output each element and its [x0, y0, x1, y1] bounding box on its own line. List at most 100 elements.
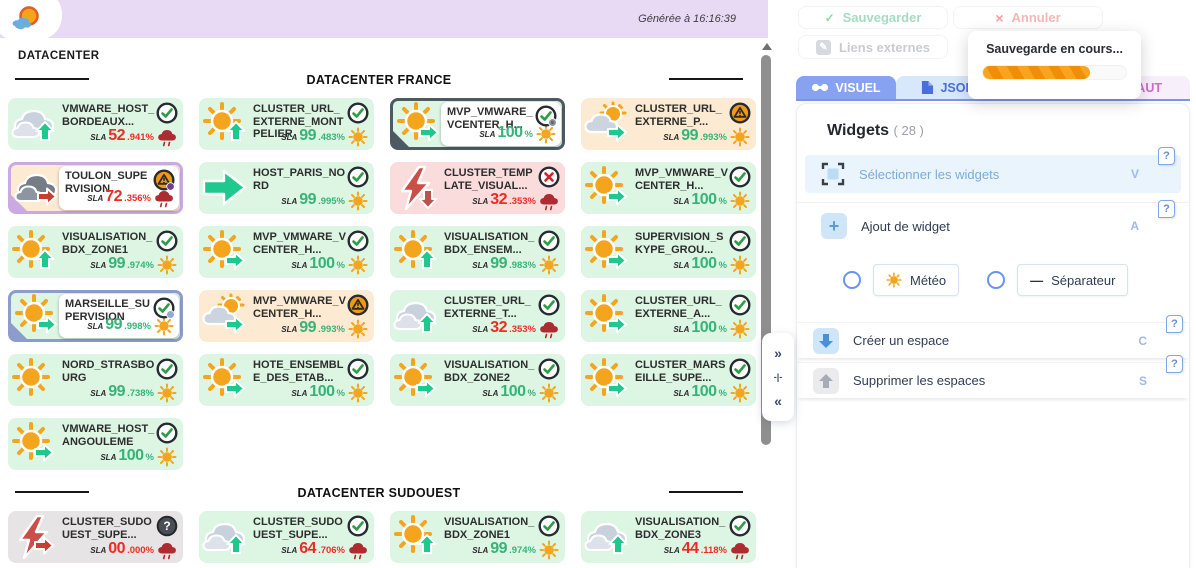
sla-value-int: 44 [682, 540, 699, 558]
sla-label: SLA [673, 197, 689, 206]
section-header: DATACENTER SUDOUEST [0, 484, 758, 500]
sla-trend-icon [539, 319, 559, 339]
save-button[interactable]: ✓ Sauvegarder [798, 6, 948, 29]
sla-value-frac: % [337, 388, 345, 399]
sla-label: SLA [673, 261, 689, 270]
radio-meteo[interactable] [843, 271, 861, 289]
external-links-button[interactable]: ✎ Liens externes [798, 35, 948, 59]
sla-value-frac: % [719, 196, 727, 207]
sla-value-int: 32 [490, 191, 507, 209]
status-badge-icon [729, 230, 751, 252]
status-badge-icon [535, 105, 557, 127]
cancel-button[interactable]: × Annuler [953, 6, 1103, 29]
widget-type-options: Météo — Séparateur [843, 264, 1189, 296]
widget-tile[interactable]: CLUSTER_TEMPLATE_VISUAL... SLA 32 .353% [390, 162, 565, 214]
weather-icon [583, 292, 631, 340]
widget-tile[interactable]: CLUSTER_SUDOUEST_SUPE... SLA 64 .706% [199, 511, 374, 563]
header-line [669, 78, 743, 80]
delete-spaces-row[interactable]: Supprimer les espaces S ? [797, 362, 1189, 398]
weather-icon [10, 228, 58, 276]
weather-icon [201, 292, 249, 340]
vertical-scrollbar[interactable] [758, 40, 775, 568]
widget-tile[interactable]: CLUSTER_URL_EXTERNE_P... SLA 99 .993% [581, 98, 756, 150]
separateur-button[interactable]: — Séparateur [1017, 264, 1128, 296]
widget-tile[interactable]: VISUALISATION_BDX_ZONE3 SLA 44 .118% [581, 511, 756, 563]
tile-sla: SLA 99 .993% [281, 319, 368, 339]
widget-tile[interactable]: CLUSTER_URL_EXTERNE_MONTPELIER SLA 99 .4… [199, 98, 374, 150]
sla-value-int: 100 [497, 124, 522, 142]
widget-tile[interactable]: MVP_VMWARE_VCENTER_H... SLA 100 % [199, 226, 374, 278]
meteo-button[interactable]: Météo [873, 264, 959, 296]
collapse-panel-icon[interactable]: « [774, 394, 782, 408]
status-badge-icon [156, 358, 178, 380]
widget-tile[interactable]: MVP_VMWARE_VCENTER_H... SLA 100 % [390, 98, 565, 150]
tile-title: CLUSTER_SUDOUEST_SUPE... [253, 516, 347, 541]
help-icon[interactable]: ? [1158, 200, 1175, 218]
sla-value-frac: .353% [509, 324, 536, 335]
shortcut-key: S [1139, 374, 1147, 388]
help-icon[interactable]: ? [1158, 147, 1175, 165]
add-widget-row[interactable]: + Ajout de widget A ? [805, 208, 1181, 244]
edit-icon: ✎ [816, 40, 831, 55]
resize-handle-icon[interactable]: -|- [774, 373, 783, 382]
separateur-button-label: Séparateur [1051, 273, 1115, 288]
widget-tile[interactable]: MVP_VMWARE_VCENTER_H... SLA 100 % [581, 162, 756, 214]
widget-tile[interactable]: VISUALISATION_BDX_ENSEM... SLA 99 .983% [390, 226, 565, 278]
tile-title: CLUSTER_URL_EXTERNE_P... [635, 103, 729, 128]
widget-tile[interactable]: CLUSTER_URL_EXTERNE_T... SLA 32 .353% [390, 290, 565, 342]
widget-tile[interactable]: CLUSTER_MARSEILLE_SUPE... SLA 100 % [581, 354, 756, 406]
widget-tile[interactable]: VMWARE_HOST_BORDEAUX... SLA 52 .941% [8, 98, 183, 150]
sla-trend-icon [157, 127, 177, 147]
sun-cloud-logo-icon [10, 5, 44, 35]
sla-label: SLA [472, 197, 488, 206]
widget-tile[interactable]: VISUALISATION_BDX_ZONE2 SLA 100 % [390, 354, 565, 406]
sla-value-int: 100 [118, 447, 143, 465]
tile-sla: SLA 32 .353% [472, 191, 559, 211]
weather-icon [583, 356, 631, 404]
sla-value-int: 99 [490, 255, 507, 273]
help-icon[interactable]: ? [1166, 315, 1183, 333]
widget-tile[interactable]: CLUSTER_SUDOUEST_SUPE... ? SLA 00 .000% [8, 511, 183, 563]
widget-tile[interactable]: MARSEILLE_SUPERVISION SLA 99 .998% [8, 290, 183, 342]
widget-tile[interactable]: TOULON_SUPERVISION SLA 72 .356% [8, 162, 183, 214]
sla-trend-icon [730, 383, 750, 403]
sla-value-frac: .983% [509, 260, 536, 271]
widget-tile[interactable]: NORD_STRASBOURG SLA 99 .738% [8, 354, 183, 406]
tile-sla: SLA 44 .118% [664, 540, 750, 560]
widget-tile[interactable]: MVP_VMWARE_VCENTER_H... SLA 99 .993% [199, 290, 374, 342]
radio-separateur[interactable] [987, 271, 1005, 289]
weather-icon [392, 228, 440, 276]
tile-sla: SLA 100 % [291, 255, 368, 275]
pane-divider-controls: » -|- « [762, 333, 794, 421]
widget-tile[interactable]: HOTE_ENSEMBLE_DES_ETAB... SLA 100 % [199, 354, 374, 406]
weather-icon [583, 100, 631, 148]
weather-icon [10, 420, 58, 468]
widget-tile[interactable]: VISUALISATION_BDX_ZONE1 SLA 99 .974% [390, 511, 565, 563]
svg-text:?: ? [163, 519, 170, 533]
save-progress-toast: Sauvegarde en cours... [968, 31, 1141, 99]
sections-host: DATACENTER FRANCE VMWARE_HOST_BORDEAUX..… [0, 71, 758, 563]
close-icon: × [995, 10, 1003, 26]
scroll-up-arrow-icon[interactable] [762, 43, 772, 50]
expand-panel-icon[interactable]: » [774, 346, 782, 360]
status-badge-icon [538, 515, 560, 537]
widget-tile[interactable]: SUPERVISION_SKYPE_GROU... SLA 100 % [581, 226, 756, 278]
create-space-row[interactable]: Créer un espace C ? [797, 322, 1189, 358]
sla-label: SLA [90, 546, 106, 555]
widget-tile[interactable]: HOST_PARIS_NORD SLA 99 .995% [199, 162, 374, 214]
widget-tile[interactable]: CLUSTER_URL_EXTERNE_A... SLA 100 % [581, 290, 756, 342]
status-badge-icon: ? [156, 515, 178, 537]
widget-tile[interactable]: VMWARE_HOST_ANGOULEME SLA 100 % [8, 418, 183, 470]
status-badge-icon [729, 102, 751, 124]
tile-grid: VMWARE_HOST_BORDEAUX... SLA 52 .941% CLU… [8, 98, 758, 470]
weather-icon [392, 164, 440, 212]
sla-value-int: 100 [691, 191, 716, 209]
tab-visuel[interactable]: VISUEL [796, 76, 896, 99]
tile-sla: SLA 00 .000% [90, 540, 177, 560]
widget-tile[interactable]: VISUALISATION_BDX_ZONE1 SLA 99 .974% [8, 226, 183, 278]
sla-trend-icon [348, 319, 368, 339]
header-line [669, 491, 743, 493]
status-badge-icon [347, 515, 369, 537]
help-icon[interactable]: ? [1166, 355, 1183, 373]
select-widgets-row[interactable]: Sélectionner les widgets V ? [805, 155, 1181, 193]
